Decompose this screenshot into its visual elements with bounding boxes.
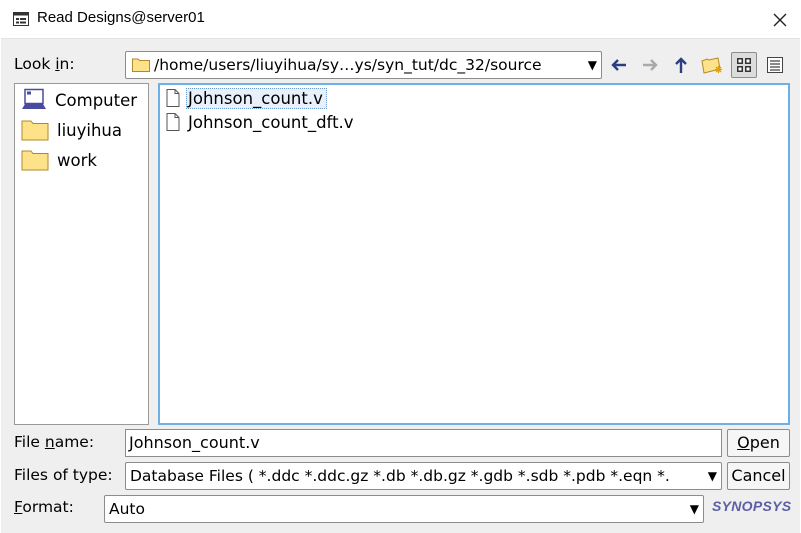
list-view-button[interactable]	[731, 52, 757, 78]
places-sidebar: Computer liuyihua work	[14, 83, 149, 425]
look-in-combo[interactable]: /home/users/liuyihua/sy…ys/syn_tut/dc_32…	[125, 51, 602, 79]
look-in-label: Look in:	[14, 55, 75, 73]
file-type-label: Files of type:	[14, 466, 113, 484]
file-icon	[166, 113, 180, 131]
file-type-combo[interactable]: Database Files ( *.ddc *.ddc.gz *.db *.d…	[125, 462, 722, 490]
up-folder-button[interactable]	[668, 52, 694, 78]
file-name: Johnson_count.v	[186, 87, 327, 109]
place-label: Computer	[55, 90, 138, 110]
window-title: Read Designs@server01	[37, 9, 205, 26]
folder-icon	[21, 150, 49, 171]
place-label: liuyihua	[57, 120, 123, 140]
dropdown-arrow-icon: ▼	[587, 58, 597, 72]
details-view-icon	[767, 57, 783, 73]
back-arrow-icon	[611, 59, 626, 71]
file-name: Johnson_count_dft.v	[188, 112, 354, 132]
cancel-button[interactable]: Cancel	[727, 462, 790, 490]
place-liuyihua[interactable]: liuyihua	[21, 117, 122, 143]
dropdown-arrow-icon: ▼	[689, 502, 699, 516]
format-label: Format:	[14, 498, 74, 516]
file-item[interactable]: Johnson_count_dft.v	[166, 111, 358, 133]
synopsys-logo: SYNOPSYS	[712, 498, 792, 514]
place-label: work	[57, 150, 97, 170]
list-view-icon	[737, 58, 751, 72]
folder-icon	[21, 120, 49, 141]
new-folder-button[interactable]	[699, 52, 725, 78]
look-in-path: /home/users/liuyihua/sy…ys/syn_tut/dc_32…	[154, 56, 542, 74]
file-dialog: Look in: /home/users/liuyihua/sy…ys/syn_…	[1, 38, 800, 533]
back-button[interactable]	[606, 52, 632, 78]
format-combo[interactable]: Auto ▼	[104, 495, 704, 523]
close-button[interactable]	[768, 8, 792, 32]
file-list[interactable]: Johnson_count.v Johnson_count_dft.v	[158, 83, 790, 425]
file-item[interactable]: Johnson_count.v	[166, 87, 327, 109]
up-arrow-icon	[675, 57, 687, 73]
details-view-button[interactable]	[762, 52, 788, 78]
open-button[interactable]: Open	[727, 429, 790, 457]
file-icon	[166, 89, 180, 107]
title-bar[interactable]: Read Designs@server01	[0, 0, 801, 38]
place-computer[interactable]: Computer	[21, 87, 137, 113]
dropdown-arrow-icon: ▼	[705, 469, 717, 483]
file-type-value: Database Files ( *.ddc *.ddc.gz *.db *.d…	[130, 467, 670, 485]
close-icon	[773, 13, 787, 27]
file-name-input[interactable]: Johnson_count.v	[125, 429, 722, 457]
file-name-label: File name:	[14, 433, 95, 451]
new-folder-icon	[701, 57, 722, 74]
app-window-icon	[13, 11, 29, 27]
folder-icon	[132, 57, 150, 76]
format-value: Auto	[109, 500, 145, 518]
forward-button[interactable]	[637, 52, 663, 78]
forward-arrow-icon	[643, 59, 658, 71]
computer-icon	[22, 88, 46, 109]
place-work[interactable]: work	[21, 147, 97, 173]
